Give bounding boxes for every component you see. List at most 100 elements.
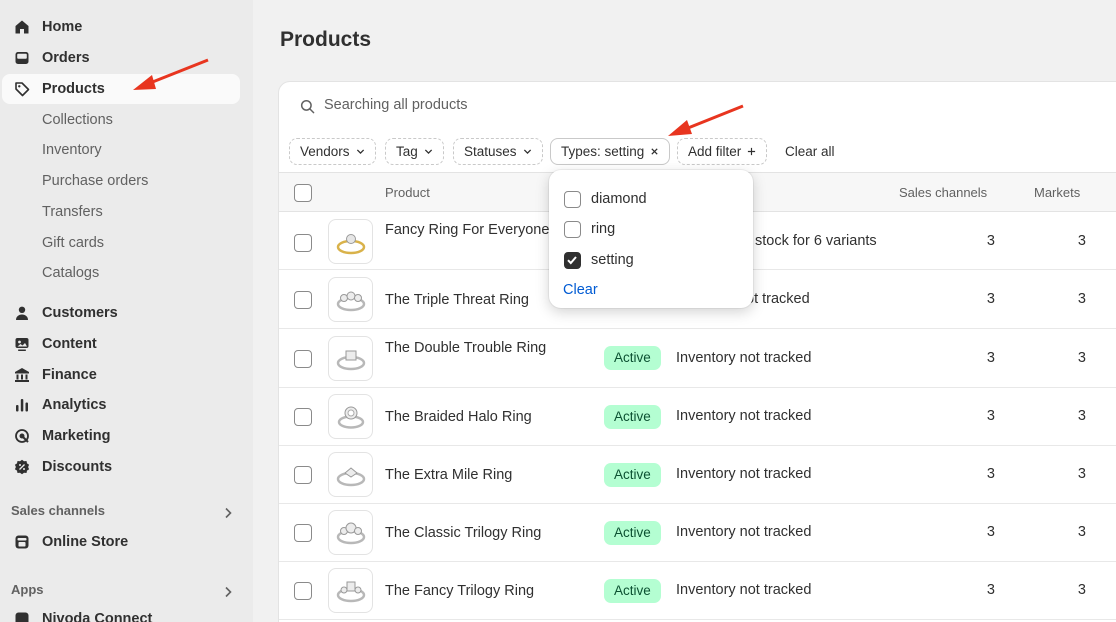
table-row[interactable]: The Classic Trilogy Ring Active Inventor… [279,504,1116,562]
row-checkbox[interactable] [294,350,312,368]
bank-icon [15,368,29,382]
markets-count: 3 [1077,233,1086,249]
product-thumbnail [328,452,373,497]
sidebar-item-collections[interactable]: Collections [42,110,113,130]
add-filter-label: Add filter [688,144,742,159]
row-checkbox[interactable] [294,466,312,484]
inventory-text: Inventory not tracked [676,466,812,482]
row-checkbox[interactable] [294,582,312,600]
sales-channels-count: 3 [986,291,995,307]
sidebar-item-gift-cards[interactable]: Gift cards [42,233,104,253]
sales-channels-count: 3 [986,582,995,598]
nav-home-label: Home [42,19,83,35]
chevron-down-icon [523,149,531,155]
product-name[interactable]: The Fancy Trilogy Ring [385,580,555,602]
types-filter-popover: diamond ring setting Clear [549,170,753,308]
sidebar: Home Orders Products Collections Invento… [0,0,253,622]
option-label: setting [591,252,634,268]
product-name[interactable]: The Double Trouble Ring [385,337,555,359]
row-checkbox[interactable] [294,234,312,252]
popover-clear-button[interactable]: Clear [563,282,598,298]
nav-online-store[interactable]: Online Store [2,527,240,557]
nav-products-label: Products [42,81,105,97]
target-icon [15,429,29,443]
filter-bar: Vendors Tag Statuses Types: setting Add … [279,137,1116,167]
plus-icon [748,147,756,156]
tag-filter[interactable]: Tag [385,138,444,165]
nav-home[interactable]: Home [2,12,240,42]
chevron-down-icon [356,149,364,155]
status-badge: Active [604,521,661,545]
chevron-right-icon[interactable] [222,586,234,598]
vendors-filter[interactable]: Vendors [289,138,376,165]
col-sales-channels: Sales channels [899,185,988,200]
product-thumbnail [328,510,373,555]
product-thumbnail [328,277,373,322]
nav-customers-label: Customers [42,305,118,321]
markets-count: 3 [1077,582,1086,598]
table-row[interactable]: The Fancy Trilogy Ring Active Inventory … [279,562,1116,620]
nav-app-item[interactable]: Nivoda Connect [2,604,240,622]
row-checkbox[interactable] [294,408,312,426]
nav-finance-label: Finance [42,367,97,383]
discount-icon [14,459,30,475]
table-row[interactable]: The Double Trouble Ring Active Inventory… [279,330,1116,388]
add-filter-button[interactable]: Add filter [677,138,768,165]
checkbox[interactable] [564,190,581,208]
product-name[interactable]: The Classic Trilogy Ring [385,522,555,544]
row-checkbox[interactable] [294,524,312,542]
tag-icon [15,82,30,97]
nav-content[interactable]: Content [2,329,240,359]
inventory-text: ot tracked [746,291,810,307]
col-product: Product [385,185,430,200]
row-checkbox[interactable] [294,291,312,309]
nav-discounts[interactable]: Discounts [2,452,240,482]
close-icon[interactable] [650,147,659,156]
app-icon [15,612,29,622]
sidebar-item-purchase-orders[interactable]: Purchase orders [42,171,148,191]
inbox-icon [15,52,29,64]
ring-icon [336,581,366,603]
product-name[interactable]: The Extra Mile Ring [385,464,555,486]
nav-marketing[interactable]: Marketing [2,421,240,451]
statuses-filter[interactable]: Statuses [453,138,543,165]
ring-icon [336,234,366,255]
inventory-text: Inventory not tracked [676,524,812,540]
checkbox[interactable] [564,220,581,238]
type-option-diamond[interactable]: diamond [564,189,647,209]
content-icon [15,338,29,351]
nav-customers[interactable]: Customers [2,298,240,328]
sales-channels-title: Sales channels [11,503,105,518]
product-name[interactable]: Fancy Ring For Everyone [385,219,555,241]
sidebar-item-inventory[interactable]: Inventory [42,140,102,160]
types-filter-label: Types: setting [561,144,645,159]
checkbox-checked[interactable] [564,251,581,269]
select-all-checkbox[interactable] [294,184,312,202]
product-name[interactable]: The Triple Threat Ring [385,289,555,311]
clear-all-button[interactable]: Clear all [785,144,835,159]
search-bar[interactable]: Searching all products [279,82,1116,130]
type-option-ring[interactable]: ring [564,219,615,239]
product-name[interactable]: The Braided Halo Ring [385,406,555,428]
chevron-down-icon [424,149,432,155]
type-option-setting[interactable]: setting [564,250,634,270]
sidebar-item-catalogs[interactable]: Catalogs [42,263,99,283]
nav-analytics[interactable]: Analytics [2,390,240,420]
nav-app-item-label: Nivoda Connect [42,611,153,622]
search-input[interactable]: Searching all products [324,97,467,113]
chevron-right-icon[interactable] [222,507,234,519]
nav-products[interactable]: Products [2,74,240,104]
nav-finance[interactable]: Finance [2,360,240,390]
product-thumbnail [328,568,373,613]
ring-icon [336,291,366,312]
store-icon [15,535,29,549]
apps-title: Apps [11,582,44,597]
types-filter[interactable]: Types: setting [550,138,671,165]
product-thumbnail [328,336,373,381]
nav-orders[interactable]: Orders [2,43,240,73]
sidebar-item-transfers[interactable]: Transfers [42,202,103,222]
table-row[interactable]: The Braided Halo Ring Active Inventory n… [279,388,1116,446]
sales-channels-count: 3 [986,524,995,540]
sales-channels-count: 3 [986,350,995,366]
table-row[interactable]: The Extra Mile Ring Active Inventory not… [279,446,1116,504]
